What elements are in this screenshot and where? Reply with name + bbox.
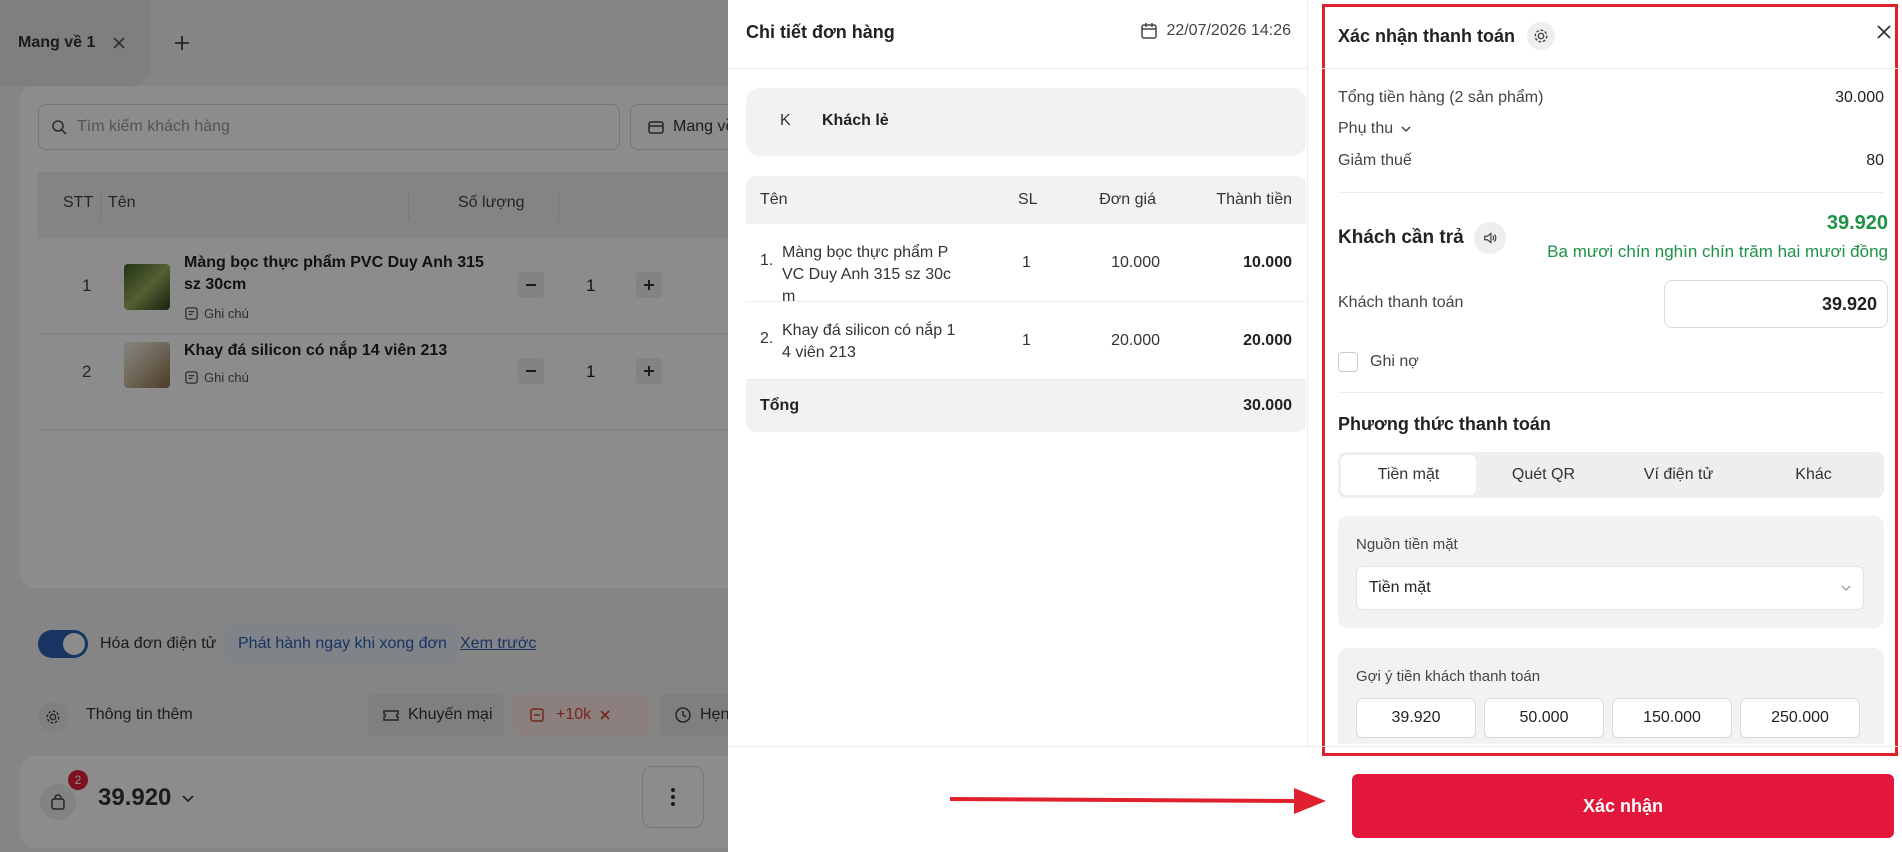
row-index: 2.	[760, 330, 774, 347]
chevron-down-icon	[1401, 126, 1411, 133]
customer-paid-label: Khách thanh toán	[1338, 294, 1464, 311]
order-date-value: 22/07/2026 14:26	[1166, 22, 1291, 39]
col-name: Tên	[760, 191, 788, 208]
sum-label: Tổng	[760, 397, 800, 414]
highlight-frame	[1322, 4, 1898, 756]
amount-due-value: 39.920	[1826, 212, 1888, 234]
amount-due-words: Ba mươi chín nghìn chín trăm hai mươi đồ…	[1547, 242, 1888, 261]
order-items-table: Tên SL Đơn giá Thành tiền 1. Màng bọc th…	[746, 176, 1306, 432]
order-detail-panel: Chi tiết đơn hàng 22/07/2026 14:26 K Khá…	[728, 0, 1308, 746]
order-detail-title: Chi tiết đơn hàng	[746, 22, 895, 42]
row-qty: 1	[1022, 332, 1031, 349]
subtotal-row: Tổng tiền hàng (2 sản phẩm) 30.000	[1338, 89, 1884, 107]
payment-method-title: Phương thức thanh toán	[1338, 414, 1551, 434]
row-line-total: 20.000	[1243, 332, 1292, 349]
customer-card[interactable]: K Khách lẻ	[746, 88, 1306, 156]
tax-row: Giảm thuế 80	[1338, 152, 1884, 170]
cash-source-select[interactable]: Tiền mặt	[1356, 566, 1864, 610]
divider	[1322, 68, 1898, 69]
tab-cash[interactable]: Tiền mặt	[1341, 455, 1476, 495]
tab-ewallet[interactable]: Ví điện tử	[1611, 455, 1746, 495]
suggested-amount-button[interactable]: 250.000	[1740, 698, 1860, 738]
suggested-amount-button[interactable]: 50.000	[1484, 698, 1604, 738]
customer-name: Khách lẻ	[822, 112, 889, 129]
checkout-modal: Chi tiết đơn hàng 22/07/2026 14:26 K Khá…	[728, 0, 1902, 852]
chevron-down-icon	[1841, 585, 1851, 591]
row-index: 1.	[760, 252, 774, 269]
confirm-button[interactable]: Xác nhận	[1352, 774, 1894, 838]
speaker-icon	[1483, 232, 1497, 244]
debt-label: Ghi nợ	[1370, 353, 1419, 370]
col-sl: SL	[1018, 191, 1038, 208]
row-qty: 1	[1022, 254, 1031, 271]
payment-settings-button[interactable]	[1527, 22, 1556, 50]
arrow-annotation	[949, 788, 1326, 814]
divider	[728, 746, 1902, 747]
tab-other[interactable]: Khác	[1746, 455, 1881, 495]
divider	[728, 68, 1308, 69]
payment-title-text: Xác nhận thanh toán	[1338, 25, 1516, 46]
divider	[1338, 192, 1884, 193]
order-row: 2. Khay đá silicon có nắp 14 viên 213 1 …	[746, 302, 1306, 380]
tax-value: 80	[1866, 152, 1884, 169]
order-date: 22/07/2026 14:26	[1140, 22, 1291, 40]
payment-panel: Xác nhận thanh toán Tổng tiền hàng (2 sả…	[1322, 0, 1902, 756]
row-unit-price: 20.000	[1111, 332, 1160, 349]
modal-backdrop[interactable]	[0, 0, 728, 852]
suggested-amounts-section: Gợi ý tiền khách thanh toán 39.920 50.00…	[1338, 648, 1884, 744]
subtotal-value: 30.000	[1835, 89, 1884, 106]
order-sum-row: Tổng 30.000	[746, 380, 1306, 432]
sum-value: 30.000	[1243, 397, 1292, 414]
cash-source-value: Tiền mặt	[1369, 579, 1431, 596]
customer-paid-input[interactable]	[1664, 280, 1888, 328]
cash-source-section: Nguồn tiền mặt Tiền mặt	[1338, 516, 1884, 628]
gear-icon	[1534, 29, 1548, 43]
suggested-amounts-label: Gợi ý tiền khách thanh toán	[1356, 668, 1541, 685]
payment-title: Xác nhận thanh toán	[1338, 22, 1556, 50]
calendar-icon	[1141, 23, 1158, 39]
surcharge-toggle[interactable]: Phụ thu	[1338, 120, 1884, 138]
divider	[1338, 392, 1884, 393]
cash-source-label: Nguồn tiền mặt	[1356, 536, 1458, 553]
row-line-total: 10.000	[1243, 254, 1292, 271]
customer-initial: K	[780, 112, 791, 129]
tab-qr[interactable]: Quét QR	[1476, 455, 1611, 495]
payment-method-tabs: Tiền mặt Quét QR Ví điện tử Khác	[1338, 452, 1884, 498]
suggested-amount-button[interactable]: 150.000	[1612, 698, 1732, 738]
tax-label: Giảm thuế	[1338, 152, 1412, 169]
read-aloud-button[interactable]	[1473, 222, 1506, 254]
row-unit-price: 10.000	[1111, 254, 1160, 271]
amount-due-text: Khách cần trả	[1338, 227, 1464, 248]
col-line-total: Thành tiền	[1216, 191, 1292, 208]
checkbox-box[interactable]	[1338, 352, 1358, 372]
col-unit-price: Đơn giá	[1099, 191, 1156, 208]
row-product-name: Màng bọc thực phẩm PVC Duy Anh 315 sz 30…	[782, 244, 951, 305]
row-product-name: Khay đá silicon có nắp 14 viên 213	[782, 322, 956, 361]
subtotal-label: Tổng tiền hàng (2 sản phẩm)	[1338, 89, 1544, 106]
suggested-amount-button[interactable]: 39.920	[1356, 698, 1476, 738]
order-row: 1. Màng bọc thực phẩm PVC Duy Anh 315 sz…	[746, 224, 1306, 305]
order-table-header: Tên SL Đơn giá Thành tiền	[746, 176, 1306, 224]
surcharge-label: Phụ thu	[1338, 120, 1394, 137]
amount-due-label: Khách cần trả	[1338, 222, 1506, 254]
close-icon[interactable]	[1874, 22, 1894, 42]
debt-checkbox[interactable]: Ghi nợ	[1338, 352, 1419, 372]
